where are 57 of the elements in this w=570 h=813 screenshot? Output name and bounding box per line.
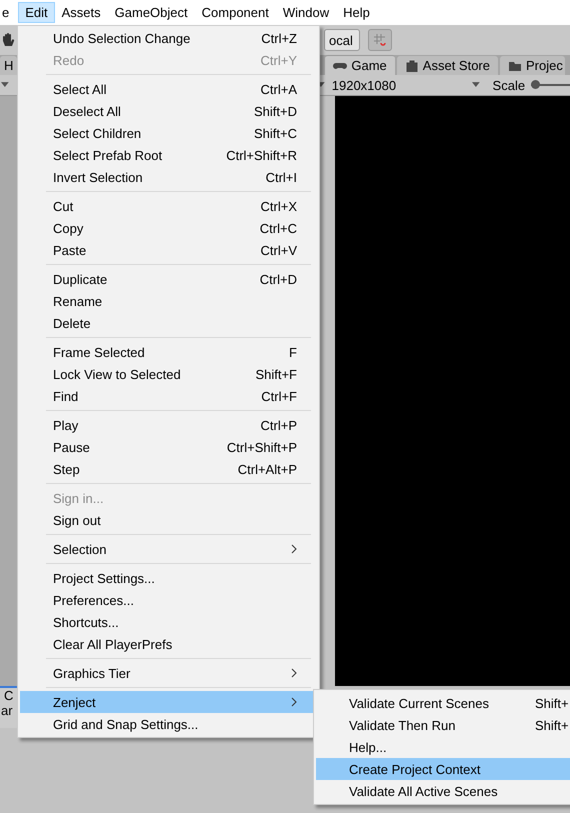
menu-item[interactable]: Help... [316,736,570,758]
menu-item[interactable]: Cut Ctrl+X [20,195,317,217]
menu-bar-item[interactable]: Edit [18,2,55,23]
menu-item[interactable]: Selection [20,538,317,560]
menu-item[interactable]: Clear All PlayerPrefs [20,633,317,655]
menu-item[interactable]: Graphics Tier [20,662,317,684]
menu-item[interactable]: Copy Ctrl+C [20,217,317,239]
menu-bar-item[interactable]: e [0,2,10,23]
menu-item[interactable]: Project Settings... [20,567,317,589]
window-tab[interactable]: H [0,56,18,75]
menu-bar-item[interactable]: Window [276,2,336,23]
resolution-dropdown[interactable]: 1920x1080 [332,78,471,92]
window-tab[interactable]: Projec [500,56,565,75]
menu-item[interactable]: Deselect All Shift+D [20,100,317,122]
pivot-button[interactable]: ocal [324,29,360,51]
folder-icon [508,60,522,72]
menu-item[interactable]: Grid and Snap Settings... [20,713,317,735]
menu-item[interactable]: Duplicate Ctrl+D [20,268,317,290]
menu-item[interactable]: Find Ctrl+F [20,385,317,407]
menu-bar-item[interactable]: Component [194,2,276,23]
menu-item[interactable]: Shortcuts... [20,611,317,633]
menu-item[interactable]: Paste Ctrl+V [20,239,317,261]
menu-item[interactable]: Frame Selected F [20,341,317,363]
window-tab[interactable]: Asset Store [396,56,498,75]
caret-icon[interactable] [0,82,10,88]
hand-icon[interactable] [0,32,16,48]
grid-icon [372,33,387,47]
menu-item[interactable]: Invert Selection Ctrl+I [20,166,317,188]
menu-item[interactable]: Undo Selection Change Ctrl+Z [20,27,317,49]
menu-bar-item[interactable]: Help [336,2,377,23]
scale-label: Scale [492,78,526,92]
menu-item[interactable]: Rename [20,290,317,312]
panel-tab[interactable]: C [0,688,20,703]
panel-text: ar [0,703,14,718]
menu-bar-item[interactable]: Assets [54,2,108,23]
menu-item[interactable]: Validate Then Run Shift+ [316,714,570,736]
menu-item[interactable]: Preferences... [20,589,317,611]
chevron-icon [291,544,297,554]
chevron-icon [291,697,297,707]
menu-item[interactable]: Select Prefab Root Ctrl+Shift+R [20,144,317,166]
menu-item[interactable]: Validate All Active Scenes [316,780,570,802]
window-tab[interactable]: Game [325,55,395,75]
menu-item[interactable]: Delete [20,312,317,334]
slider-thumb[interactable] [531,80,540,89]
menu-item[interactable]: Create Project Context [316,758,570,780]
menu-item[interactable]: Select All Ctrl+A [20,78,317,100]
menu-item[interactable]: Play Ctrl+P [20,414,317,436]
caret-icon[interactable] [470,82,481,88]
menu-item[interactable]: Step Ctrl+Alt+P [20,458,317,480]
menu-item[interactable]: Select Children Shift+C [20,122,317,144]
chevron-icon [291,668,297,678]
menu-item[interactable]: Sign out [20,509,317,531]
menu-item[interactable]: Validate Current Scenes Shift+ [316,692,570,714]
menu-item[interactable]: Pause Ctrl+Shift+P [20,436,317,458]
menu-bar-item[interactable]: GameObject [108,2,195,23]
bag-icon [404,60,419,72]
menu-item[interactable]: Lock View to Selected Shift+F [20,363,317,385]
